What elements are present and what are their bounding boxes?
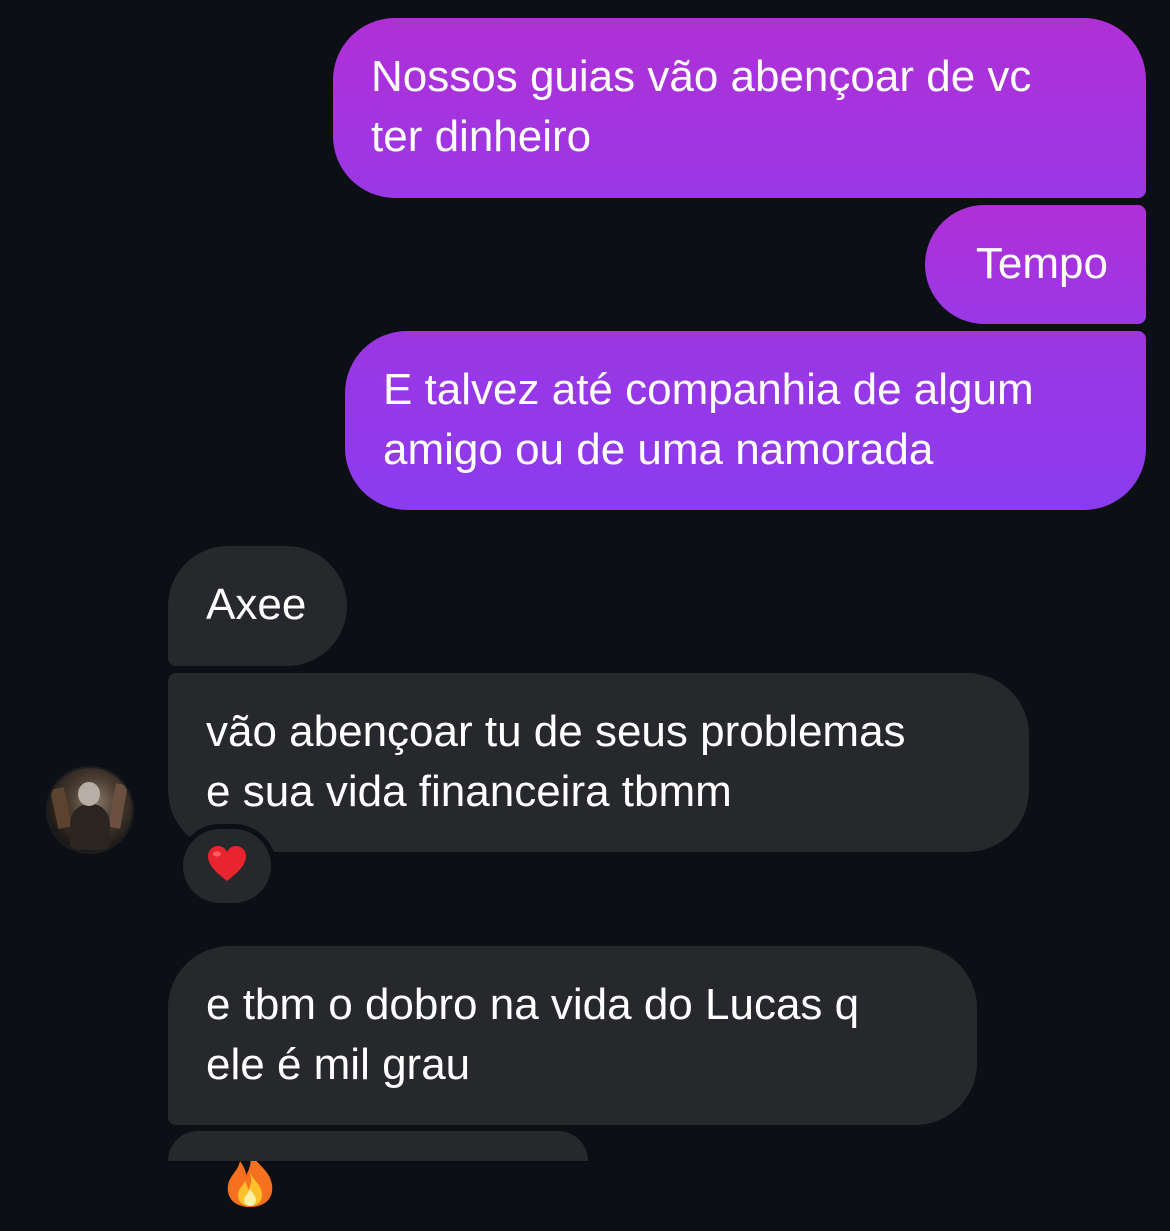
message-text: e tbm o dobro na vida do Lucas q ele é m…	[206, 980, 860, 1089]
heart-emoji-icon	[206, 845, 248, 888]
outgoing-message[interactable]: Nossos guias vão abençoar de vc ter dinh…	[333, 18, 1146, 198]
incoming-message[interactable]: Axee	[168, 546, 347, 666]
incoming-message[interactable]: vão abençoar tu de seus problemas e sua …	[168, 673, 1029, 852]
outgoing-message[interactable]: E talvez até companhia de algum amigo ou…	[345, 331, 1146, 510]
contact-avatar[interactable]	[48, 768, 132, 852]
incoming-message[interactable]	[168, 1131, 588, 1161]
message-text: Nossos guias vão abençoar de vc ter dinh…	[371, 52, 1032, 161]
outgoing-message[interactable]: Tempo	[925, 205, 1146, 324]
message-text: E talvez até companhia de algum amigo ou…	[383, 365, 1034, 474]
reaction-badge[interactable]	[183, 829, 271, 903]
message-text: Tempo	[975, 239, 1108, 288]
message-text: vão abençoar tu de seus problemas e sua …	[206, 707, 906, 816]
incoming-message[interactable]: e tbm o dobro na vida do Lucas q ele é m…	[168, 946, 977, 1207]
message-text: Axee	[206, 580, 307, 629]
